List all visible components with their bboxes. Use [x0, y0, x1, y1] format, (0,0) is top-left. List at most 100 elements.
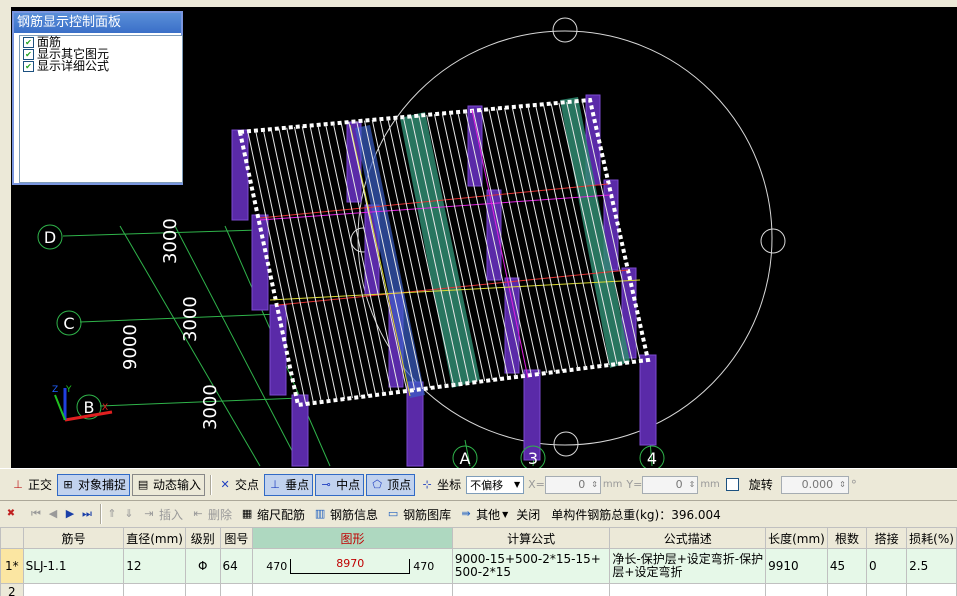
axis-label-d: D: [44, 228, 56, 247]
y-input[interactable]: 0 ⇕: [642, 475, 699, 494]
column-header[interactable]: 图号: [219, 527, 254, 549]
delete-button[interactable]: ⇤ 删除: [188, 503, 235, 525]
vertex-button[interactable]: ⬠ 顶点: [366, 473, 416, 496]
rebar-line: [293, 126, 353, 399]
rotate-input[interactable]: 0.000 ⇕: [780, 475, 849, 494]
column-header[interactable]: 搭接: [866, 527, 908, 549]
axis-label-c: C: [63, 314, 74, 333]
row-number[interactable]: 2: [0, 583, 24, 596]
dim-label-3: 3000: [200, 384, 221, 430]
cell-formula[interactable]: 9000-15+500-2*15-15+500-2*15: [451, 548, 611, 584]
rebar-line: [472, 110, 532, 376]
rebar-line: [465, 111, 525, 377]
table-row[interactable]: 1* SLJ-1.1 12 Φ 64 470 8970 470 9000-15+…: [0, 548, 957, 584]
svg-text:Z: Z: [52, 385, 58, 395]
row-number-header: [0, 527, 24, 549]
other-menu-button[interactable]: ⇛ 其他 ▼: [456, 503, 511, 525]
cell-empty[interactable]: [219, 583, 254, 596]
cell-figure-no[interactable]: 64: [219, 548, 254, 584]
axis-labels: D C B A 3 4 3000 3000 3000 9000: [37, 218, 665, 468]
midpoint-icon: ⊸: [321, 477, 331, 491]
spin-icon: ⇕: [688, 480, 696, 489]
orbit-handle-bottom: [553, 431, 579, 457]
cell-empty[interactable]: [123, 583, 186, 596]
column-header[interactable]: 筋号: [22, 527, 125, 549]
option-show-formula[interactable]: ✔ 显示详细公式: [20, 60, 182, 72]
insert-icon: ⇥: [144, 507, 154, 520]
checkbox-checked-icon[interactable]: ✔: [23, 36, 34, 48]
column-header-active[interactable]: 图形: [252, 527, 453, 549]
rebar-line: [511, 107, 571, 371]
column-header[interactable]: 长度(mm): [765, 527, 828, 549]
cell-empty[interactable]: [609, 583, 767, 596]
orthogonal-button[interactable]: ⊥ 正交: [8, 474, 55, 496]
prev-record-icon[interactable]: ◀: [46, 507, 60, 521]
cell-empty[interactable]: [185, 583, 221, 596]
close-panel-icon[interactable]: ✖: [4, 507, 18, 521]
column-header[interactable]: 公式描述: [609, 527, 767, 549]
move-down-icon[interactable]: ⇓: [122, 507, 136, 521]
column-header[interactable]: 计算公式: [451, 527, 611, 549]
cell-grade[interactable]: Φ: [185, 548, 221, 584]
scale-rebar-icon: ▦: [241, 507, 253, 520]
coordinates-icon: ⊹: [422, 477, 432, 491]
cell-empty[interactable]: [765, 583, 828, 596]
next-record-icon[interactable]: ▶: [63, 507, 77, 521]
shape-left-value: 470: [266, 559, 288, 573]
move-up-icon[interactable]: ⇑: [105, 507, 119, 521]
cell-empty[interactable]: [826, 583, 868, 596]
last-record-icon[interactable]: ⏭: [80, 507, 94, 521]
scale-rebar-button[interactable]: ▦ 缩尺配筋: [237, 503, 308, 525]
cell-description[interactable]: 净长-保护层+设定弯折-保护层+设定弯折: [609, 548, 767, 584]
dim-label-1: 3000: [160, 218, 181, 264]
rebar-info-button[interactable]: ▥ 钢筋信息: [310, 503, 381, 525]
coordinates-button[interactable]: ⊹ 坐标: [417, 474, 464, 496]
cell-diameter[interactable]: 12: [123, 548, 186, 584]
column-header[interactable]: 级别: [185, 527, 221, 549]
cell-shape[interactable]: 470 8970 470: [252, 548, 453, 584]
insert-button[interactable]: ⇥ 插入: [139, 503, 186, 525]
perpendicular-button[interactable]: ⊥ 垂点: [264, 473, 314, 496]
column-header[interactable]: 根数: [826, 527, 868, 549]
first-record-icon[interactable]: ⏮: [29, 507, 43, 521]
axis-triad-icon: X Y Z: [52, 385, 113, 422]
toolbar-separator: [100, 504, 102, 524]
rebar-display-panel: 钢筋显示控制面板 ✔ 面筋 ✔ 显示其它图元 ✔ 显示详细公式: [12, 11, 183, 185]
midpoint-button[interactable]: ⊸ 中点: [315, 473, 365, 496]
axis-label-3: 3: [528, 449, 538, 468]
shape-line: 8970: [290, 556, 411, 574]
object-snap-button[interactable]: ⊞ 对象捕捉: [57, 473, 131, 496]
cell-empty[interactable]: [22, 583, 125, 596]
cell-length[interactable]: 9910: [765, 548, 828, 584]
cell-empty[interactable]: [252, 583, 453, 596]
dynamic-input-button[interactable]: ▤ 动态输入: [132, 473, 206, 496]
vertex-icon: ⬠: [372, 477, 382, 491]
table-row[interactable]: 2: [0, 583, 957, 596]
rotate-checkbox[interactable]: [725, 478, 739, 491]
shape-mid-value: 8970: [336, 556, 365, 570]
checkbox-checked-icon[interactable]: ✔: [23, 48, 34, 60]
close-button[interactable]: 关闭: [513, 503, 543, 525]
cell-name[interactable]: SLJ-1.1: [22, 548, 125, 584]
degree-symbol: °: [850, 477, 857, 492]
axis-label-a: A: [460, 449, 471, 468]
x-input[interactable]: 0 ⇕: [544, 475, 601, 494]
checkbox-checked-icon[interactable]: ✔: [23, 60, 34, 72]
cell-empty[interactable]: [451, 583, 611, 596]
cell-empty[interactable]: [906, 583, 957, 596]
cell-empty[interactable]: [866, 583, 908, 596]
rebar-library-button[interactable]: ▭ 钢筋图库: [383, 503, 454, 525]
intersection-icon: ✕: [220, 477, 230, 491]
cell-lap[interactable]: 0: [866, 548, 908, 584]
delete-icon: ⇤: [193, 507, 203, 520]
offset-mode-select[interactable]: 不偏移 ▼: [466, 475, 525, 494]
row-number[interactable]: 1*: [0, 548, 24, 584]
svg-text:X: X: [102, 403, 108, 413]
column-header[interactable]: 损耗(%): [906, 527, 957, 549]
column-header[interactable]: 直径(mm): [123, 527, 186, 549]
perpendicular-icon: ⊥: [270, 477, 280, 491]
spin-icon: ⇕: [591, 480, 598, 489]
intersection-button[interactable]: ✕ 交点: [215, 474, 262, 496]
cell-loss[interactable]: 2.5: [906, 548, 957, 584]
cell-count[interactable]: 45: [826, 548, 868, 584]
